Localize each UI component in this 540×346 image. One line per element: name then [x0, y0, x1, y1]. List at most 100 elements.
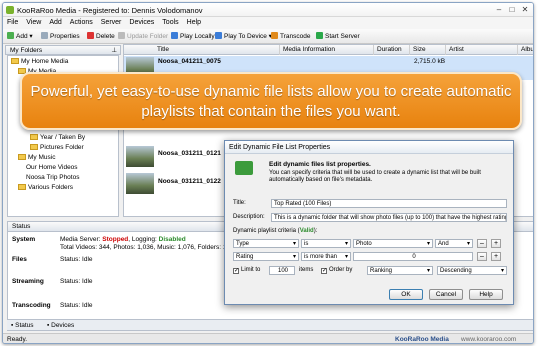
- app-logo-icon: [6, 6, 14, 14]
- folder-icon: [18, 154, 26, 160]
- menu-view[interactable]: View: [22, 17, 45, 26]
- title-bar: KooRaRoo Media - Registered to: Dennis V…: [3, 3, 533, 17]
- items-label: items: [299, 267, 314, 273]
- pin-icon[interactable]: ⊥: [111, 46, 117, 55]
- tree-item-our-home-videos[interactable]: Our Home Videos: [26, 164, 78, 171]
- menu-file[interactable]: File: [3, 17, 22, 26]
- column-size[interactable]: Size: [410, 45, 446, 55]
- tree-item-various-folders[interactable]: Various Folders: [18, 184, 73, 191]
- close-button[interactable]: ✕: [519, 5, 531, 15]
- description-label: Description:: [233, 214, 265, 220]
- photo-thumbnail: [126, 173, 154, 194]
- add-icon: [7, 32, 14, 39]
- column-duration[interactable]: Duration: [374, 45, 410, 55]
- column-artist[interactable]: Artist: [446, 45, 518, 55]
- remove-criteria-2-button[interactable]: –: [477, 252, 487, 261]
- folder-icon: [30, 144, 38, 150]
- add-criteria-1-button[interactable]: +: [491, 239, 501, 248]
- title-label: Title:: [233, 200, 246, 206]
- promo-banner: Powerful, yet easy-to-use dynamic file l…: [20, 72, 522, 130]
- criteria-1-join-select[interactable]: And: [435, 239, 473, 248]
- menu-bar: File View Add Actions Server Devices Tools Help: [3, 17, 533, 29]
- order-field-select[interactable]: Ranking: [367, 266, 433, 275]
- transcoding-status: Status: Idle: [60, 302, 93, 309]
- tree-item-pictures-folder[interactable]: Pictures Folder: [30, 144, 84, 151]
- play-locally-button[interactable]: Play Locally: [171, 32, 215, 42]
- tree-item-my-music[interactable]: My Music: [18, 154, 55, 161]
- limit-checkbox[interactable]: ✓ Limit to: [233, 267, 260, 274]
- properties-button[interactable]: Properties: [41, 32, 80, 42]
- limit-count-field[interactable]: 100: [269, 266, 295, 275]
- dialog-title: Edit Dynamic File List Properties: [225, 141, 513, 154]
- row-title: Noosa_041211_0075: [158, 58, 221, 65]
- streaming-label: Streaming: [12, 278, 44, 285]
- column-media-information[interactable]: Media Information: [280, 45, 374, 55]
- criteria-1-value-select[interactable]: Photo: [353, 239, 433, 248]
- dynamic-folder-icon: [235, 161, 253, 175]
- criteria-label: Dynamic playlist criteria (Valid):: [233, 228, 318, 234]
- menu-tools[interactable]: Tools: [158, 17, 182, 26]
- library-totals: Total Videos: 344, Photos: 1,036, Music:…: [60, 244, 236, 251]
- ok-button[interactable]: OK: [389, 289, 423, 300]
- row-title: Noosa_031211_0121: [158, 150, 221, 157]
- start-server-button[interactable]: Start Server: [316, 32, 360, 42]
- criteria-2-field-select[interactable]: Rating: [233, 252, 299, 261]
- dialog-description: You can specify criteria that will be us…: [269, 170, 481, 183]
- cancel-button[interactable]: Cancel: [429, 289, 463, 300]
- minimize-button[interactable]: –: [493, 5, 505, 15]
- menu-server[interactable]: Server: [97, 17, 126, 26]
- menu-actions[interactable]: Actions: [66, 17, 97, 26]
- menu-devices[interactable]: Devices: [125, 17, 158, 26]
- menu-help[interactable]: Help: [183, 17, 205, 26]
- brand-label: KooRaRoo Media: [395, 336, 449, 343]
- update-folder-button[interactable]: Update Folder: [118, 32, 168, 42]
- tree-item-year-taken-by[interactable]: Year / Taken By: [30, 134, 85, 141]
- maximize-button[interactable]: □: [506, 5, 518, 15]
- criteria-1-operator-select[interactable]: is: [301, 239, 351, 248]
- column-album[interactable]: Album: [518, 45, 533, 55]
- title-field[interactable]: Top Rated (100 Files): [271, 199, 507, 208]
- files-status: Status: Idle: [60, 256, 93, 263]
- files-label: Files: [12, 256, 27, 263]
- tree-item-noosa-trip-photos[interactable]: Noosa Trip Photos: [26, 174, 79, 181]
- tab-status[interactable]: ▪ Status: [11, 322, 34, 329]
- properties-icon: [41, 32, 48, 39]
- brand-url[interactable]: www.kooraroo.com: [461, 336, 516, 343]
- help-button[interactable]: Help: [469, 289, 503, 300]
- order-direction-select[interactable]: Descending: [437, 266, 507, 275]
- tab-devices[interactable]: ▪ Devices: [47, 322, 74, 329]
- play-icon: [171, 32, 178, 39]
- transcoding-label: Transcoding: [12, 302, 51, 309]
- folder-icon: [11, 58, 19, 64]
- checkbox-checked-icon: ✓: [321, 268, 328, 274]
- criteria-2-operator-select[interactable]: is more than: [301, 252, 351, 261]
- add-criteria-2-button[interactable]: +: [491, 252, 501, 261]
- criteria-2-value-field[interactable]: 0: [353, 252, 473, 261]
- status-bar: Ready. KooRaRoo Media www.kooraroo.com: [3, 333, 533, 343]
- add-button[interactable]: Add ▾: [7, 32, 33, 42]
- bottom-tabs: ▪ Status ▪ Devices: [7, 319, 533, 330]
- order-by-checkbox[interactable]: ✓ Order by: [321, 267, 352, 274]
- folders-header: My Folders ⊥: [5, 45, 121, 55]
- device-icon: [215, 32, 222, 39]
- transcode-button[interactable]: Transcode: [271, 32, 310, 42]
- streaming-status: Status: Idle: [60, 278, 93, 285]
- media-server-status: Media Server: Stopped, Logging: Disabled: [60, 236, 186, 243]
- remove-criteria-1-button[interactable]: –: [477, 239, 487, 248]
- criteria-1-field-select[interactable]: Type: [233, 239, 299, 248]
- checkbox-checked-icon: ✓: [233, 268, 240, 274]
- status-bar-text: Ready.: [7, 336, 28, 343]
- tree-item-my-home-media[interactable]: My Home Media: [11, 58, 68, 65]
- system-label: System: [12, 236, 36, 243]
- refresh-icon: [118, 32, 125, 39]
- description-field[interactable]: This is a dynamic folder that will show …: [271, 213, 507, 222]
- row-size: 2,715.0 kB: [414, 58, 446, 65]
- toolbar: Add ▾ Properties Delete Update Folder Pl…: [3, 29, 533, 44]
- delete-button[interactable]: Delete: [87, 32, 115, 42]
- column-title[interactable]: Title: [154, 45, 280, 55]
- play-to-device-button[interactable]: Play To Device ▾: [215, 32, 272, 42]
- window-title: KooRaRoo Media - Registered to: Dennis V…: [17, 6, 203, 15]
- folder-icon: [30, 134, 38, 140]
- menu-add[interactable]: Add: [45, 17, 65, 26]
- folder-icon: [18, 184, 26, 190]
